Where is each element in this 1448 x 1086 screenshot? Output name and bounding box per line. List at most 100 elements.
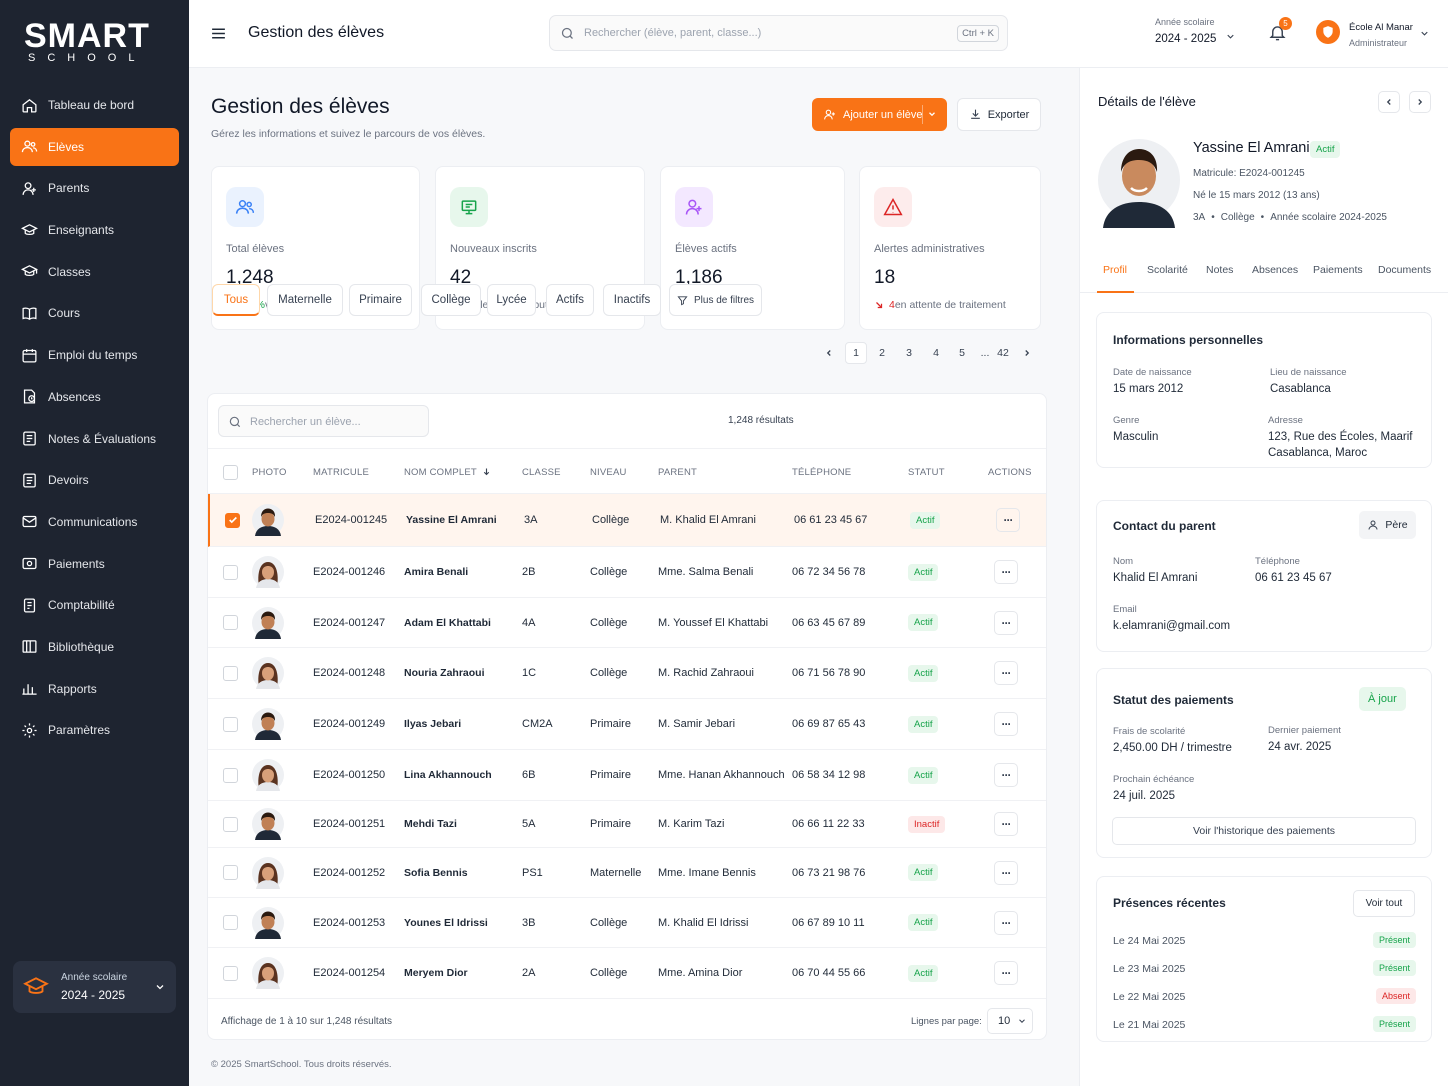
table-row[interactable]: E2024-001252 Sofia Bennis PS1 Maternelle Mme… — [208, 848, 1046, 898]
select-all-checkbox[interactable] — [223, 465, 238, 480]
sidebar-item-accounting[interactable]: Comptabilité — [10, 586, 179, 624]
tab-paiements[interactable]: Paiements — [1313, 264, 1363, 276]
row-checkbox[interactable] — [223, 816, 238, 832]
row-checkbox[interactable] — [223, 915, 238, 930]
table-row[interactable]: E2024-001253 Younes El Idrissi 3B Collège M.… — [208, 898, 1046, 948]
filter-chip[interactable]: Tous — [212, 284, 260, 316]
parent-relation-button[interactable]: Père — [1359, 511, 1416, 539]
page-button[interactable]: 5 — [951, 342, 973, 364]
sidebar-item-grades[interactable]: Notes & Évaluations — [10, 420, 179, 458]
sidebar-item-homework[interactable]: Devoirs — [10, 461, 179, 499]
sidebar-item-chart[interactable]: Rapports — [10, 670, 179, 708]
row-checkbox[interactable] — [225, 512, 240, 528]
student-name[interactable]: Younes El Idrissi — [404, 917, 488, 929]
filter-chip[interactable]: Actifs — [546, 284, 594, 316]
tab-documents[interactable]: Documents — [1378, 264, 1431, 276]
row-actions-button[interactable]: ··· — [994, 560, 1018, 584]
row-checkbox[interactable] — [223, 564, 238, 580]
page-button[interactable]: 42 — [992, 342, 1014, 364]
logo[interactable]: SMART SCHOOL — [24, 18, 154, 68]
table-search-input[interactable]: Rechercher un élève... — [218, 405, 429, 437]
sidebar-year-selector[interactable]: Année scolaire 2024 - 2025 — [13, 961, 176, 1013]
export-button[interactable]: Exporter — [957, 98, 1041, 131]
row-actions-button[interactable]: ··· — [994, 961, 1018, 985]
filter-chip[interactable]: Lycée — [487, 284, 536, 316]
rows-per-page-select[interactable]: 10 — [987, 1008, 1033, 1034]
student-name[interactable]: Mehdi Tazi — [404, 818, 457, 830]
filter-chip[interactable]: Inactifs — [603, 284, 661, 316]
global-search-input[interactable]: Rechercher (élève, parent, classe...) Ct… — [549, 15, 1008, 51]
table-row[interactable]: E2024-001246 Amira Benali 2B Collège Mme. Sa… — [208, 547, 1046, 598]
page-button[interactable]: 1 — [845, 342, 867, 364]
tab-notes[interactable]: Notes — [1206, 264, 1233, 276]
column-header: ACTIONS — [988, 467, 1032, 478]
year-selector[interactable]: Année scolaire 2024 - 2025 — [1155, 17, 1237, 51]
page-button[interactable]: 4 — [925, 342, 947, 364]
sidebar-item-payment[interactable]: Paiements — [10, 545, 179, 583]
menu-icon[interactable] — [210, 25, 227, 42]
sidebar-item-teacher[interactable]: Enseignants — [10, 211, 179, 249]
filter-chip[interactable]: Collège — [421, 284, 481, 316]
student-matricule: E2024-001254 — [313, 967, 386, 979]
table-row[interactable]: E2024-001245 Yassine El Amrani 3A Collège M.… — [208, 494, 1046, 547]
row-actions-button[interactable]: ··· — [994, 860, 1018, 885]
tab-profil[interactable]: Profil — [1103, 264, 1127, 276]
table-row[interactable]: E2024-001248 Nouria Zahraoui 1C Collège M. R… — [208, 648, 1046, 699]
sidebar-item-classes[interactable]: Classes — [10, 253, 179, 291]
row-actions-button[interactable]: ··· — [994, 661, 1018, 685]
student-name[interactable]: Amira Benali — [404, 566, 468, 578]
student-name[interactable]: Lina Akhannouch — [404, 769, 492, 781]
column-header[interactable]: NOM COMPLET — [404, 467, 491, 478]
student-name[interactable]: Meryem Dior — [404, 967, 468, 979]
row-checkbox[interactable] — [223, 965, 238, 981]
payment-history-button[interactable]: Voir l'historique des paiements — [1112, 817, 1416, 845]
student-name[interactable]: Nouria Zahraoui — [404, 667, 485, 679]
sidebar-item-gear[interactable]: Paramètres — [10, 711, 179, 749]
sidebar-item-students[interactable]: Elèves — [10, 127, 179, 166]
student-name[interactable]: Yassine El Amrani — [406, 514, 497, 526]
table-row[interactable]: E2024-001254 Meryem Dior 2A Collège Mme. Ami… — [208, 948, 1046, 999]
filter-more[interactable]: Plus de filtres — [669, 284, 762, 316]
table-row[interactable]: E2024-001249 Ilyas Jebari CM2A Primaire M. S… — [208, 699, 1046, 750]
table-row[interactable]: E2024-001251 Mehdi Tazi 5A Primaire M. Karim… — [208, 801, 1046, 848]
row-checkbox[interactable] — [223, 767, 238, 783]
row-actions-button[interactable]: ··· — [996, 508, 1020, 532]
sidebar-item-calendar[interactable]: Emploi du temps — [10, 336, 179, 374]
sidebar-item-home[interactable]: Tableau de bord — [10, 86, 179, 124]
sidebar-item-absence[interactable]: Absences — [10, 378, 179, 416]
sidebar-item-library[interactable]: Bibliothèque — [10, 628, 179, 666]
tab-absences[interactable]: Absences — [1252, 264, 1298, 276]
next-page-button[interactable] — [1016, 342, 1038, 364]
filter-chip[interactable]: Primaire — [349, 284, 412, 316]
user-menu[interactable]: École Al Manar Administrateur — [1316, 18, 1436, 52]
row-checkbox[interactable] — [223, 615, 238, 630]
prev-page-button[interactable] — [818, 342, 840, 364]
sidebar-item-parents[interactable]: Parents — [10, 169, 179, 207]
student-name[interactable]: Adam El Khattabi — [404, 617, 491, 629]
page-button[interactable]: 2 — [871, 342, 893, 364]
prev-student-button[interactable] — [1378, 91, 1400, 113]
row-actions-button[interactable]: ··· — [994, 910, 1018, 935]
sidebar-item-mail[interactable]: Communications — [10, 503, 179, 541]
parent-email-value[interactable]: k.elamrani@gmail.com — [1113, 618, 1230, 634]
student-name[interactable]: Ilyas Jebari — [404, 718, 461, 730]
table-row[interactable]: E2024-001247 Adam El Khattabi 4A Collège M. … — [208, 598, 1046, 648]
student-name[interactable]: Sofia Bennis — [404, 867, 468, 879]
row-actions-button[interactable]: ··· — [994, 763, 1018, 787]
row-actions-button[interactable]: ··· — [994, 812, 1018, 836]
filter-chip[interactable]: Maternelle — [267, 284, 343, 316]
row-actions-button[interactable]: ··· — [994, 610, 1018, 635]
row-checkbox[interactable] — [223, 665, 238, 681]
row-actions-button[interactable]: ··· — [994, 712, 1018, 736]
add-student-button[interactable]: Ajouter un élève — [812, 98, 947, 131]
page-button[interactable]: 3 — [898, 342, 920, 364]
next-student-button[interactable] — [1409, 91, 1431, 113]
sidebar-item-book[interactable]: Cours — [10, 294, 179, 332]
stat-card[interactable]: Alertes administratives 18 4 en attente de… — [859, 166, 1041, 330]
tab-scolarité[interactable]: Scolarité — [1147, 264, 1188, 276]
row-checkbox[interactable] — [223, 716, 238, 732]
table-row[interactable]: E2024-001250 Lina Akhannouch 6B Primaire Mme… — [208, 750, 1046, 801]
see-all-button[interactable]: Voir tout — [1353, 890, 1415, 917]
notifications-button[interactable]: 5 — [1268, 17, 1292, 45]
row-checkbox[interactable] — [223, 865, 238, 880]
